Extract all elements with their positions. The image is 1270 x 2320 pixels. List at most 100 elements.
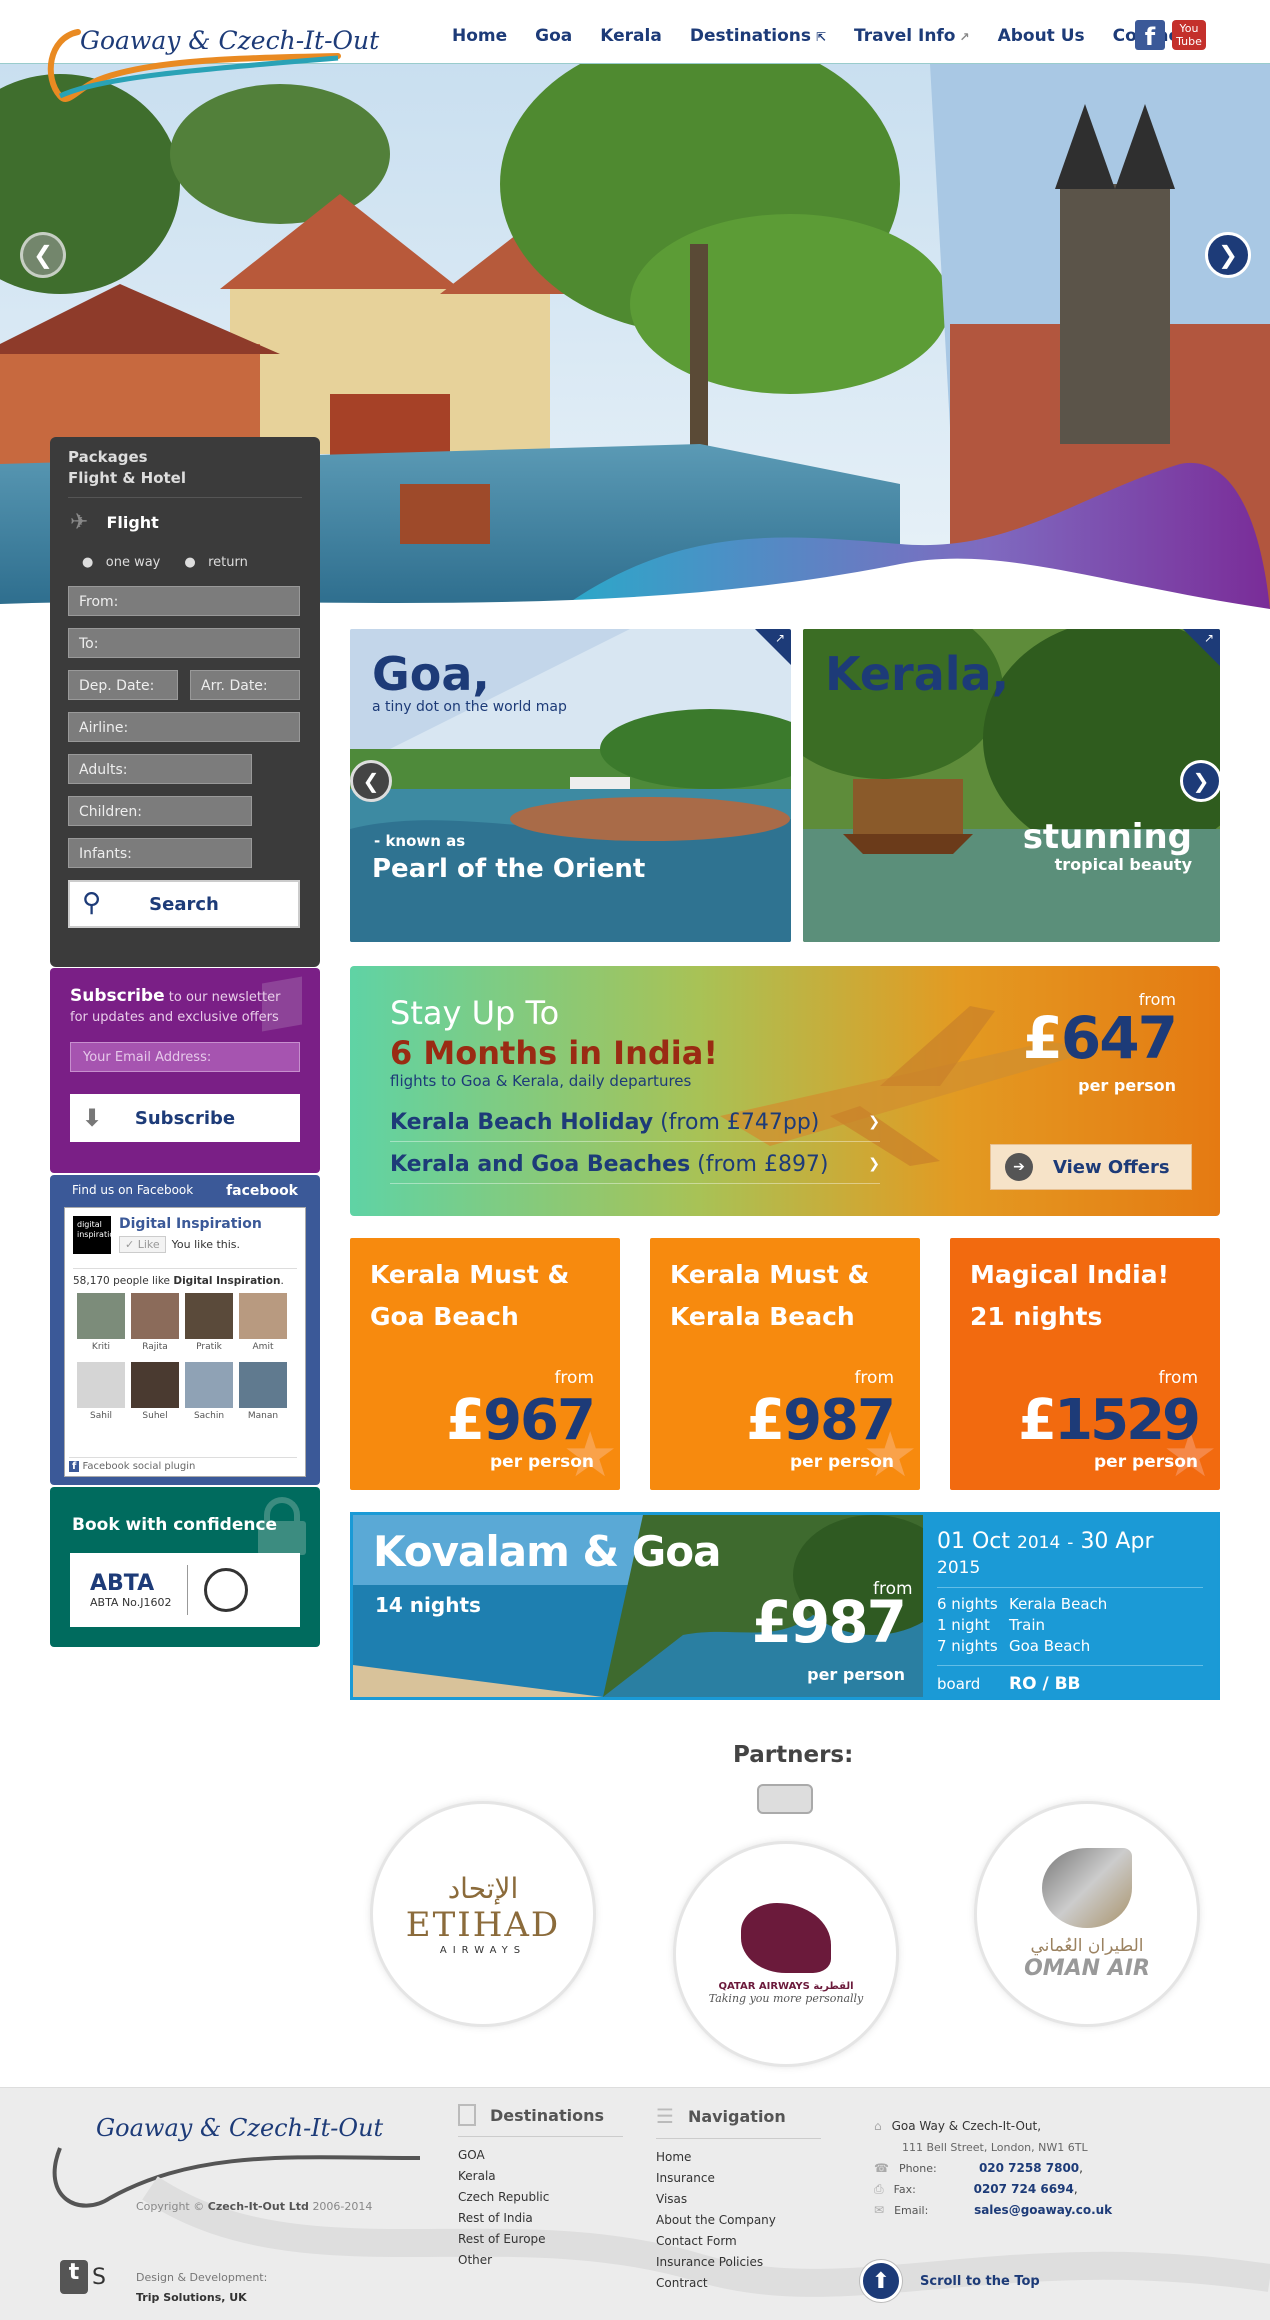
footer-logo[interactable]: Goaway & Czech-It-Out <box>96 2114 383 2142</box>
scroll-top-button[interactable]: ⬆ Scroll to the Top <box>860 2260 1040 2302</box>
nav-home[interactable]: Home <box>452 26 507 46</box>
nav-travel-info-label: Travel Info <box>854 26 956 46</box>
price-card[interactable]: Kerala Must & Kerala Beach ★ from £987 p… <box>650 1238 920 1490</box>
fb-face-name: Kriti <box>91 1342 111 1352</box>
email-address[interactable]: sales@goaway.co.uk <box>974 2203 1112 2217</box>
etihad-logo[interactable]: الإتحاد ETIHAD AIRWAYS <box>373 1804 593 2024</box>
nav-goa[interactable]: Goa <box>535 26 572 46</box>
price-card[interactable]: Kerala Must & Goa Beach ★ from £967 per … <box>350 1238 620 1490</box>
design-company[interactable]: Trip Solutions, UK <box>136 2288 267 2308</box>
fb-face[interactable]: Amit <box>239 1293 287 1352</box>
infants-field[interactable]: Infants: <box>68 838 252 868</box>
arrow-up-icon: ⬆ <box>860 2260 902 2302</box>
fb-like-button[interactable]: ✓ Like <box>119 1236 166 1253</box>
offer-line3: flights to Goa & Kerala, daily departure… <box>390 1072 692 1090</box>
card-per-person: per person <box>1094 1452 1198 1472</box>
packages-label[interactable]: Packages <box>68 447 302 468</box>
airline-field[interactable]: Airline: <box>68 712 300 742</box>
oryx-icon <box>741 1903 831 1973</box>
to-field[interactable]: To: <box>68 628 300 658</box>
dep-date-field[interactable]: Dep. Date: <box>68 670 178 700</box>
fb-plugin-label[interactable]: Facebook social plugin <box>83 1461 196 1472</box>
footer-dest-link[interactable]: Czech Republic <box>458 2187 623 2208</box>
fb-page-thumb[interactable]: digital inspiration <box>73 1216 119 1254</box>
kerala-title: Kerala, <box>825 647 1010 701</box>
price-card[interactable]: Magical India! 21 nights ★ from £1529 pe… <box>950 1238 1220 1490</box>
fb-face-name: Manan <box>247 1411 279 1421</box>
qatar-logo[interactable]: QATAR AIRWAYS القطرية Taking you more pe… <box>676 1844 896 2064</box>
footer-dest-link[interactable]: Rest of India <box>458 2208 623 2229</box>
subscribe-button[interactable]: ⬇ Subscribe <box>70 1094 300 1142</box>
footer-dest-link[interactable]: Other <box>458 2250 623 2271</box>
abta-logo[interactable]: ABTA ABTA No.J1602 <box>90 1571 171 1609</box>
fb-page-name[interactable]: Digital Inspiration <box>119 1216 262 1232</box>
footer-nav-link[interactable]: Insurance <box>656 2168 821 2189</box>
confidence-title: Book with confidence <box>72 1515 278 1535</box>
hero-next-button[interactable]: ❯ <box>1205 232 1251 278</box>
card-price: 987 <box>783 1388 896 1453</box>
expand-icon[interactable]: ↗ <box>1204 631 1214 645</box>
goa-tile[interactable]: ↗ Goa, a tiny dot on the world map - kno… <box>350 629 791 942</box>
nav-travel-info[interactable]: Travel Info ↗ <box>854 26 970 46</box>
footer-nav-link[interactable]: Contract <box>656 2273 821 2294</box>
date-to-year: 2015 <box>937 1558 981 1578</box>
facebook-icon[interactable]: f <box>1135 20 1165 51</box>
fax-number[interactable]: 0207 724 6694 <box>974 2182 1074 2196</box>
footer-nav-link[interactable]: Contact Form <box>656 2231 821 2252</box>
footer-nav-link[interactable]: About the Company <box>656 2210 821 2231</box>
fb-liked-text: You like this. <box>171 1238 241 1251</box>
footer-nav-link[interactable]: Insurance Policies <box>656 2252 821 2273</box>
nav-destinations[interactable]: Destinations ⇱ <box>690 26 826 46</box>
oman-air-logo[interactable]: الطيران العُماني OMAN AIR <box>977 1804 1197 2024</box>
arr-date-field[interactable]: Arr. Date: <box>190 670 300 700</box>
footer-dest-link[interactable]: GOA <box>458 2145 623 2166</box>
search-button[interactable]: ⚲ Search <box>68 880 300 928</box>
tiles-next-button[interactable]: ❯ <box>1180 760 1222 802</box>
phone-number[interactable]: 020 7258 7800 <box>979 2161 1079 2175</box>
fb-face[interactable]: Sachin <box>185 1362 233 1421</box>
deal-link[interactable]: Kerala Beach Holiday (from £747pp) ❯ <box>390 1110 880 1142</box>
search-icon: ⚲ <box>82 888 102 918</box>
footer-dest-link[interactable]: Rest of Europe <box>458 2229 623 2250</box>
fb-face[interactable]: Sahil <box>77 1362 125 1421</box>
youtube-icon[interactable]: You Tube <box>1172 20 1206 50</box>
fb-face[interactable]: Pratik <box>185 1293 233 1352</box>
ts-logo[interactable]: t S <box>60 2260 106 2294</box>
kovalam-offer[interactable]: Kovalam & Goa 14 nights from £987 per pe… <box>350 1512 1220 1700</box>
itinerary-row: 6 nights Kerala Beach <box>937 1594 1203 1615</box>
kerala-tile[interactable]: ↗ Kerala, stunning tropical beauty <box>803 629 1220 942</box>
copyright-company: Czech-It-Out Ltd <box>207 2200 309 2213</box>
fax-label: Fax: <box>893 2183 916 2196</box>
children-field[interactable]: Children: <box>68 796 252 826</box>
hero-prev-button[interactable]: ❮ <box>20 232 66 278</box>
nav-kerala[interactable]: Kerala <box>600 26 662 46</box>
fb-brand[interactable]: facebook <box>226 1183 298 1199</box>
itinerary-place: Kerala Beach <box>1009 1595 1108 1613</box>
atol-logo[interactable] <box>204 1568 249 1612</box>
offer-per-person: per person <box>1078 1076 1176 1095</box>
fb-face[interactable]: Kriti <box>77 1293 125 1352</box>
footer-dest-link[interactable]: Kerala <box>458 2166 623 2187</box>
card-title-a: Magical India! <box>970 1260 1170 1289</box>
adults-field[interactable]: Adults: <box>68 754 252 784</box>
footer-nav-link[interactable]: Visas <box>656 2189 821 2210</box>
return-radio[interactable]: ● return <box>184 555 248 570</box>
fb-face-name: Suhel <box>142 1411 168 1421</box>
flight-tab[interactable]: ✈ Flight <box>68 510 302 535</box>
site-logo-text[interactable]: Goaway & Czech-It-Out <box>80 26 379 55</box>
from-field[interactable]: From: <box>68 586 300 616</box>
fb-face[interactable]: Suhel <box>131 1362 179 1421</box>
footer-nav-link[interactable]: Home <box>656 2147 821 2168</box>
fb-count: 58,170 people like <box>73 1275 171 1287</box>
deal-link[interactable]: Kerala and Goa Beaches (from £897) ❯ <box>390 1152 880 1184</box>
nav-about[interactable]: About Us <box>998 26 1085 46</box>
tiles-prev-button[interactable]: ❮ <box>350 760 392 802</box>
flight-hotel-label[interactable]: Flight & Hotel <box>68 468 302 498</box>
email-field[interactable]: Your Email Address: <box>70 1042 300 1072</box>
kerala-tagline: stunning <box>1022 817 1192 857</box>
fb-face[interactable]: Rajita <box>131 1293 179 1352</box>
fb-face[interactable]: Manan <box>239 1362 287 1421</box>
expand-icon[interactable]: ↗ <box>775 631 785 645</box>
view-offers-button[interactable]: ➔ View Offers <box>990 1144 1192 1190</box>
one-way-radio[interactable]: ● one way <box>82 555 160 570</box>
